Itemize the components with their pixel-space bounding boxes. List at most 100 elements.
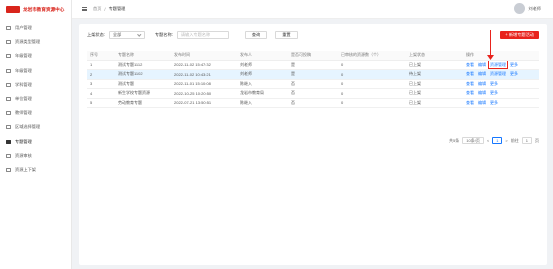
- row-action-link[interactable]: 更多: [490, 100, 498, 105]
- column-header: 上架状态: [406, 51, 463, 61]
- page-number-current[interactable]: 1: [492, 137, 503, 144]
- cell-by: 龙岩市教育局: [237, 88, 288, 99]
- cell-submit: 否: [288, 79, 338, 89]
- sidebar-item[interactable]: 资源上下架: [0, 163, 71, 177]
- cell-submit: 否: [288, 98, 338, 108]
- table-row[interactable]: 1 测试专题1112 2022-11-02 15:47:32 刘老师是 0 已上架 查看 编辑…: [87, 60, 539, 70]
- sidebar-item[interactable]: 专题管理: [0, 135, 71, 149]
- user-icon: [6, 26, 11, 31]
- sidebar-item-label: 年级管理: [15, 67, 32, 73]
- row-action-link[interactable]: 查看: [466, 71, 474, 76]
- cell-no: 5: [87, 98, 115, 108]
- pager-total: 共5条: [449, 137, 460, 143]
- name-label: 专题名称:: [154, 32, 173, 37]
- cell-actions: 查看 编辑 更多: [463, 79, 539, 89]
- cell-name: 新生学校专题资源: [115, 88, 171, 99]
- page-size-select[interactable]: 10条/页: [462, 137, 484, 144]
- next-page-icon[interactable]: >: [505, 138, 507, 143]
- row-action-link[interactable]: 编辑: [478, 71, 486, 76]
- cell-count: 0: [338, 79, 406, 89]
- menu-toggle-icon[interactable]: [82, 7, 87, 11]
- add-topic-button[interactable]: + 新增专题活动: [500, 31, 539, 39]
- row-action-link[interactable]: 更多: [510, 62, 518, 67]
- row-action-link[interactable]: 编辑: [478, 90, 486, 95]
- table-row[interactable]: 5 劳动教育专题 2022-07-21 13:50:51 陈继入否 0 已上架 查看 编辑 更多: [87, 98, 539, 108]
- sidebar-item[interactable]: 学科管理: [0, 78, 71, 92]
- cell-count: 0: [338, 98, 406, 108]
- cell-actions: 查看 编辑 更多: [463, 98, 539, 108]
- row-action-link[interactable]: 更多: [510, 71, 518, 76]
- cell-name: 测试专题1112: [115, 60, 171, 70]
- sidebar-nav: 用户管理 资源类型管理 年级管理 年级管理 学科管理 单位管理 教师管理 区域选择管理 专题管理…: [0, 21, 71, 177]
- cell-count: 0: [338, 88, 406, 99]
- cell-status: 待上架: [406, 69, 463, 80]
- cell-no: 3: [87, 79, 115, 89]
- sidebar-item[interactable]: 教师管理: [0, 106, 71, 120]
- breadcrumb-sep: /: [104, 6, 106, 12]
- breadcrumb-home[interactable]: 首页: [93, 6, 101, 12]
- row-action-link[interactable]: 资源管理: [488, 60, 508, 69]
- prev-page-icon[interactable]: <: [487, 138, 489, 143]
- sidebar-item-label: 教师管理: [15, 110, 32, 116]
- cell-status: 已上架: [406, 79, 463, 89]
- chevron-down-icon: [137, 32, 142, 37]
- sidebar-item[interactable]: 资源类型管理: [0, 35, 71, 49]
- app-logo[interactable]: 龙岩市教育资源中心: [0, 0, 71, 19]
- main-panel: 上架状态: 全部 专题名称: 请输入专题名称 查询 重置 + 新增专题活动 序号…: [79, 24, 547, 265]
- logo-mark-icon: [6, 6, 20, 13]
- cell-time: 2022-11-02 10:43:21: [171, 69, 237, 80]
- row-action-link[interactable]: 资源管理: [490, 71, 506, 76]
- column-header: 序号: [87, 51, 115, 61]
- topic-table: 序号 专题名称 发布时间 发布人 是否可投稿 已审核的资源数（个） 上架状态 操作 1 测试专题…: [87, 51, 539, 108]
- column-header: 操作: [463, 51, 539, 61]
- filter-bar: 上架状态: 全部 专题名称: 请输入专题名称 查询 重置: [87, 31, 298, 39]
- goto-page-input[interactable]: 1: [521, 137, 532, 144]
- cell-by: 刘老师: [237, 60, 288, 70]
- cell-submit: 是: [288, 69, 338, 80]
- cell-name: 劳动教育专题: [115, 98, 171, 108]
- sidebar-item-label: 专题管理: [15, 138, 32, 144]
- name-search-placeholder: 请输入专题名称: [180, 32, 211, 37]
- row-action-link[interactable]: 编辑: [478, 62, 486, 67]
- search-button[interactable]: 查询: [244, 31, 268, 39]
- row-action-link[interactable]: 查看: [466, 62, 474, 67]
- row-action-link[interactable]: 更多: [490, 81, 498, 86]
- row-action-link[interactable]: 编辑: [478, 100, 486, 105]
- subject-icon: [6, 82, 11, 87]
- sidebar-item[interactable]: 区域选择管理: [0, 120, 71, 134]
- table-row[interactable]: 4 新生学校专题资源 2022-10-25 10:20:50 龙岩市教育局否 0 已上架查…: [87, 88, 539, 99]
- sidebar-item[interactable]: 单位管理: [0, 92, 71, 106]
- cell-no: 1: [87, 60, 115, 70]
- cell-time: 2022-11-02 15:47:32: [171, 60, 237, 70]
- row-action-link[interactable]: 编辑: [478, 81, 486, 86]
- table-row[interactable]: 2 测试专题1102 2022-11-02 10:43:21 刘老师是 0 待上架 查看 编辑…: [87, 69, 539, 80]
- cell-name: 测试专题1102: [115, 69, 171, 80]
- cell-count: 0: [338, 69, 406, 80]
- sidebar-item[interactable]: 用户管理: [0, 21, 71, 35]
- row-action-link[interactable]: 更多: [490, 90, 498, 95]
- map-icon: [6, 125, 11, 130]
- user-name[interactable]: 刘老师: [528, 6, 541, 12]
- sidebar-item-label: 资源类型管理: [15, 39, 41, 45]
- sidebar-item[interactable]: 年级管理: [0, 64, 71, 78]
- sidebar-item[interactable]: 年级管理: [0, 49, 71, 63]
- reset-button[interactable]: 重置: [275, 31, 298, 39]
- table-row[interactable]: 3 测试专题 2022-11-01 15:10:08 陈继入否 0 已上架 查看 编辑 更多: [87, 79, 539, 89]
- sidebar-item[interactable]: 资源审核: [0, 149, 71, 163]
- status-select-value: 全部: [112, 32, 122, 37]
- cell-by: 陈继入: [237, 79, 288, 89]
- row-action-link[interactable]: 查看: [466, 90, 474, 95]
- avatar[interactable]: [514, 3, 526, 14]
- row-action-link[interactable]: 查看: [466, 100, 474, 105]
- user-menu[interactable]: 刘老师: [514, 3, 541, 14]
- column-header: 是否可投稿: [288, 51, 338, 61]
- app-title: 龙岩市教育资源中心: [23, 6, 65, 12]
- cell-actions: 查看 编辑 更多: [463, 88, 539, 99]
- sidebar-item-label: 资源审核: [15, 152, 32, 158]
- column-header: 发布人: [237, 51, 288, 61]
- row-action-link[interactable]: 查看: [466, 81, 474, 86]
- status-select[interactable]: 全部: [108, 31, 145, 39]
- name-search-input[interactable]: 请输入专题名称: [176, 31, 229, 39]
- folder-icon: [6, 40, 11, 45]
- table-header: 序号 专题名称 发布时间 发布人 是否可投稿 已审核的资源数（个） 上架状态 操作: [87, 51, 539, 61]
